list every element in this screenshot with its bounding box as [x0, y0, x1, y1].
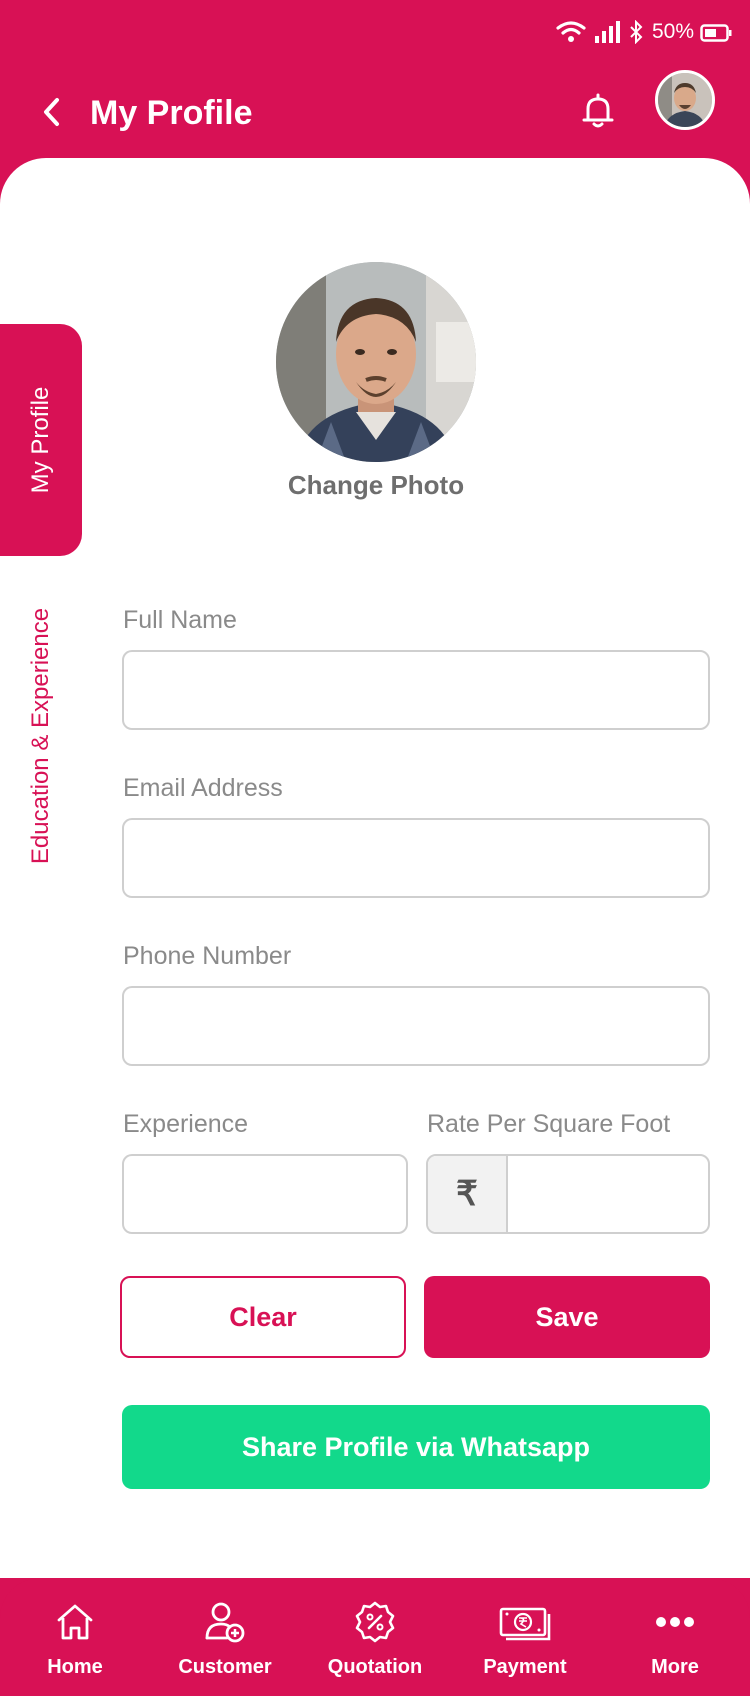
nav-more[interactable]: More [600, 1578, 750, 1696]
profile-photo-image [276, 262, 476, 462]
more-icon [656, 1617, 694, 1627]
clear-button[interactable]: Clear [120, 1276, 406, 1358]
avatar-image [658, 73, 712, 127]
nav-quotation-label: Quotation [327, 1656, 423, 1678]
app-header: My Profile [0, 64, 750, 164]
nav-customer[interactable]: Customer [150, 1578, 300, 1696]
tab-my-profile-label: My Profile [27, 386, 54, 494]
nav-home-label: Home [47, 1656, 103, 1678]
status-bar: 50% [0, 0, 750, 64]
notifications-button[interactable] [578, 76, 618, 146]
user-avatar-button[interactable] [655, 70, 715, 130]
experience-input[interactable] [124, 1156, 406, 1232]
experience-field[interactable] [122, 1154, 408, 1234]
rate-label: Rate Per Square Foot [427, 1110, 671, 1138]
phone-field[interactable] [122, 986, 710, 1066]
full-name-input[interactable] [124, 652, 708, 728]
nav-more-label: More [651, 1656, 699, 1678]
page-title: My Profile [90, 94, 253, 132]
profile-photo[interactable] [276, 262, 476, 462]
payment-icon [499, 1607, 551, 1641]
wifi-icon [556, 21, 586, 42]
battery-icon [700, 24, 732, 42]
phone-input[interactable] [124, 988, 708, 1064]
nav-quotation[interactable]: Quotation [300, 1578, 450, 1696]
chevron-left-icon [44, 98, 59, 126]
tab-education-experience-label: Education & Experience [27, 607, 54, 865]
home-icon [57, 1604, 93, 1640]
bluetooth-icon [630, 20, 643, 44]
nav-customer-label: Customer [178, 1656, 272, 1678]
experience-label: Experience [123, 1110, 249, 1138]
full-name-label: Full Name [123, 606, 237, 634]
add-customer-icon [205, 1602, 245, 1643]
nav-payment-label: Payment [483, 1656, 567, 1678]
share-whatsapp-button[interactable]: Share Profile via Whatsapp [122, 1405, 710, 1489]
full-name-field[interactable] [122, 650, 710, 730]
quotation-icon [355, 1601, 395, 1643]
save-button[interactable]: Save [424, 1276, 710, 1358]
phone-label: Phone Number [123, 942, 292, 970]
back-button[interactable] [32, 82, 72, 142]
email-field[interactable] [122, 818, 710, 898]
change-photo-link[interactable]: Change Photo [200, 470, 552, 501]
email-label: Email Address [123, 774, 283, 802]
rate-field[interactable]: ₹ [426, 1154, 710, 1234]
bottom-navigation: Home Customer Quotation Payment More [0, 1578, 750, 1696]
nav-payment[interactable]: Payment [450, 1578, 600, 1696]
signal-icon [595, 21, 620, 43]
tab-education-experience[interactable]: Education & Experience [0, 586, 82, 886]
bell-icon [582, 93, 614, 128]
email-input[interactable] [124, 820, 708, 896]
rupee-icon: ₹ [428, 1156, 508, 1232]
tab-my-profile[interactable]: My Profile [0, 324, 82, 556]
nav-home[interactable]: Home [0, 1578, 150, 1696]
battery-percent: 50% [652, 20, 695, 43]
